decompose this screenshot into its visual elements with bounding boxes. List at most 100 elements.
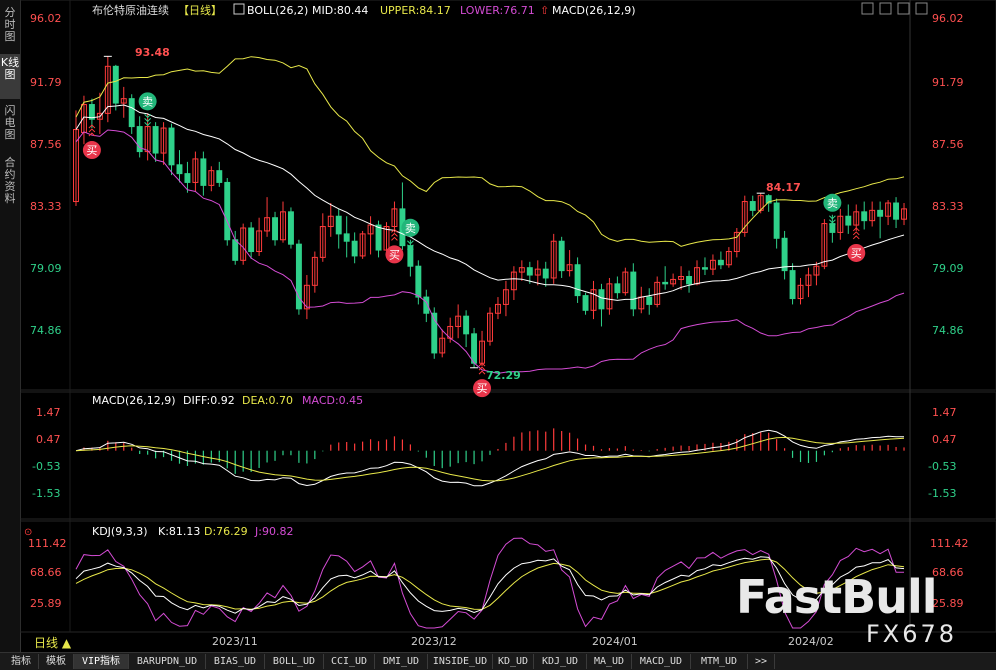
macd-y-axis: 1.47 0.47 -0.53 -1.53 1.47 0.47 -0.53 -1… (32, 406, 957, 500)
candle-down (224, 181, 231, 241)
indicator-tab[interactable]: 指标 (4, 654, 39, 669)
candle-down (272, 217, 278, 241)
candle-down (168, 127, 175, 166)
candle-down (216, 170, 223, 183)
indicator-tab[interactable]: INSIDE_UD (428, 654, 493, 669)
kdj-y-tick: 25.89 (30, 597, 62, 610)
period-selector[interactable]: 日线 ▲ (34, 636, 72, 650)
candle-down (717, 259, 724, 266)
indicator-tab[interactable]: BOLL_UD (265, 654, 324, 669)
y-tick-right: 83.33 (932, 200, 964, 213)
sell-signal-text: 卖 (142, 95, 153, 108)
boll-mid: MID:80.44 (312, 4, 368, 17)
left-vertical-tabs: 分时图 K线图 闪电图 合约资料 (0, 0, 21, 652)
indicator-tab[interactable]: MACD_UD (632, 654, 691, 669)
macd-title: MACD(26,12,9) (92, 394, 176, 407)
candle-down (335, 215, 342, 235)
y-tick-right: 91.79 (932, 76, 964, 89)
macd-y-tick: -1.53 (32, 487, 60, 500)
y-tick-left: 87.56 (30, 138, 62, 151)
grid-icon[interactable] (897, 2, 910, 15)
tab-kline-chart[interactable]: K线图 (0, 54, 20, 99)
candle-down (232, 239, 239, 261)
sell-signal-text: 卖 (827, 197, 838, 210)
settings-icon[interactable] (915, 2, 928, 15)
buy-arrow-icon (391, 232, 398, 237)
candle-down (574, 264, 581, 297)
period-tag: 【日线】 (178, 3, 222, 17)
buy-arrow-icon (478, 370, 486, 375)
macd-panel (75, 428, 905, 487)
kdj-j: J:90.82 (254, 525, 293, 538)
indicator-tab[interactable]: 模板 (39, 654, 74, 669)
recent-high-label: 84.17 (766, 181, 801, 194)
panel-controls (861, 2, 928, 15)
candle-down (558, 240, 565, 272)
tab-tick-chart[interactable]: 闪电图 (0, 102, 20, 147)
candle-down (893, 202, 900, 220)
candle-down (176, 164, 183, 175)
kdj-y-tick: 25.89 (932, 597, 964, 610)
indicator-tab[interactable]: KDJ_UD (534, 654, 587, 669)
main-y-axis-right: 96.02 91.79 87.56 83.33 79.09 74.86 (932, 12, 964, 337)
y-tick-right: 74.86 (932, 324, 964, 337)
y-tick-left: 74.86 (30, 324, 62, 337)
candle-down (781, 237, 788, 272)
candle-down (200, 158, 207, 186)
candle-down (128, 98, 135, 128)
main-legend: 布伦特原油连续 【日线】 BOLL(26,2) MID:80.44 UPPER:… (92, 3, 636, 17)
indicator-tab[interactable]: VIP指标 (74, 654, 129, 669)
indicator-tab[interactable]: DMI_UD (375, 654, 428, 669)
buy-arrow-icon (391, 236, 398, 241)
kdj-k: K:81.13 (158, 525, 200, 538)
candle-down (749, 201, 756, 211)
y-tick-right: 79.09 (932, 262, 964, 275)
candle-down (845, 215, 852, 226)
candle-down (152, 126, 159, 154)
kdj-d: D:76.29 (204, 525, 248, 538)
kdj-y-tick: 111.42 (28, 537, 67, 550)
indicator-tab[interactable]: >> (748, 654, 775, 669)
candle-down (582, 295, 589, 311)
indicator-tab[interactable]: BARUPDN_UD (129, 654, 206, 669)
indicator-tab[interactable]: MA_UD (587, 654, 632, 669)
indicator-tab[interactable]: CCI_UD (324, 654, 375, 669)
kline-chart[interactable]: 买买买买卖卖卖 布伦特原油连续 【日线】 BOLL(26,2) MID:80.4… (20, 0, 996, 652)
macd-dea-line (75, 436, 905, 482)
buy-arrow-icon (852, 235, 860, 240)
y-tick-left: 79.09 (30, 262, 62, 275)
main-price-panel[interactable]: 买买买买卖卖卖 (73, 55, 907, 398)
boll-upper: UPPER:84.17 (380, 4, 451, 17)
sell-signal-text: 卖 (405, 222, 416, 235)
candle-down (598, 289, 605, 310)
x-tick: 2023/11 (212, 635, 258, 648)
macd-signal-icon: ⇧ (540, 4, 549, 17)
candle-down (343, 233, 350, 242)
indicator-tab[interactable]: KD_UD (493, 654, 534, 669)
kdj-d-line (75, 558, 905, 610)
y-tick-left: 83.33 (30, 200, 62, 213)
tab-contract-info[interactable]: 合约资料 (0, 154, 20, 215)
candle-down (463, 315, 470, 335)
indicator-tab[interactable]: MTM_UD (691, 654, 748, 669)
candle-down (686, 276, 693, 285)
layout-icon[interactable] (879, 2, 892, 15)
minimize-icon[interactable] (861, 2, 874, 15)
kdj-y-tick: 68.66 (30, 566, 62, 579)
y-tick-left: 91.79 (30, 76, 62, 89)
macd-y-tick: 0.47 (36, 433, 61, 446)
candle-down (287, 211, 294, 245)
kdj-panel (75, 537, 905, 629)
main-macd-label: MACD(26,12,9) (552, 4, 636, 17)
kdj-title: KDJ(9,3,3) (92, 525, 148, 538)
candle-down (861, 211, 868, 222)
tab-time-chart[interactable]: 分时图 (0, 4, 20, 47)
candle-down (702, 267, 708, 270)
y-tick-right: 87.56 (932, 138, 964, 151)
kdj-j-line (75, 537, 904, 629)
indicator-tab[interactable]: BIAS_UD (206, 654, 265, 669)
candle-down (630, 271, 637, 310)
kdj-y-tick: 68.66 (932, 566, 964, 579)
macd-diff: DIFF:0.92 (183, 394, 235, 407)
candle-down (88, 104, 95, 120)
